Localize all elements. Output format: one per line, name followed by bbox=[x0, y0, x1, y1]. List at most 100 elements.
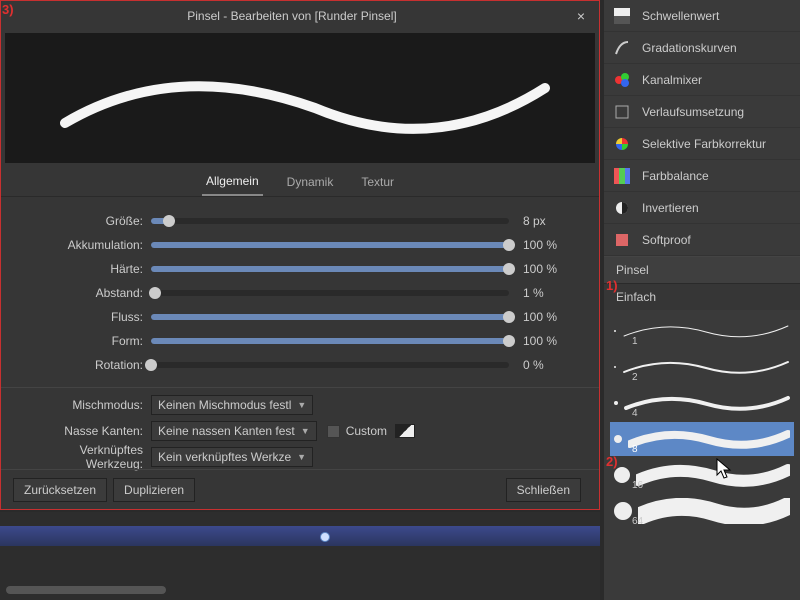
adjustment-label: Verlaufsumsetzung bbox=[642, 105, 744, 119]
slider-label-4: Fluss: bbox=[21, 310, 151, 324]
slider-value-6: 0 % bbox=[509, 358, 579, 372]
brush-dot-icon bbox=[614, 435, 622, 443]
tab-texture[interactable]: Textur bbox=[357, 169, 398, 195]
slider-1[interactable] bbox=[151, 242, 509, 248]
slider-value-0: 8 px bbox=[509, 214, 579, 228]
brush-size-label: 64 bbox=[632, 516, 643, 527]
brush-edit-dialog: Pinsel - Bearbeiten von [Runder Pinsel] … bbox=[0, 0, 600, 510]
adjustment-icon bbox=[614, 104, 630, 120]
adjustment-icon bbox=[614, 200, 630, 216]
adjustment-icon bbox=[614, 40, 630, 56]
annotation-1: 1) bbox=[606, 278, 618, 293]
wet-label: Nasse Kanten: bbox=[21, 424, 151, 438]
brush-item-64[interactable]: 64 bbox=[610, 494, 794, 528]
slider-value-4: 100 % bbox=[509, 310, 579, 324]
tool-label: Verknüpftes Werkzeug: bbox=[21, 443, 151, 471]
dialog-title: Pinsel - Bearbeiten von [Runder Pinsel] bbox=[13, 9, 571, 23]
slider-label-2: Härte: bbox=[21, 262, 151, 276]
custom-label: Custom bbox=[346, 424, 387, 438]
sliders-section: Größe: 8 px Akkumulation: 100 % Härte: 100… bbox=[1, 197, 599, 383]
adjustment-gradationskurven[interactable]: Gradationskurven bbox=[604, 32, 800, 64]
brush-dot-icon bbox=[614, 467, 630, 483]
brush-category[interactable]: Einfach bbox=[604, 284, 800, 310]
slider-label-1: Akkumulation: bbox=[21, 238, 151, 252]
right-panel: Schwellenwert Gradationskurven Kanalmixer V… bbox=[604, 0, 800, 600]
slider-2[interactable] bbox=[151, 266, 509, 272]
timeline-bar[interactable] bbox=[0, 526, 600, 546]
linked-tool-select[interactable]: Kein verknüpftes Werkze▼ bbox=[151, 447, 313, 467]
adjustment-icon bbox=[614, 72, 630, 88]
duplicate-button[interactable]: Duplizieren bbox=[113, 478, 195, 502]
titlebar[interactable]: Pinsel - Bearbeiten von [Runder Pinsel] … bbox=[1, 1, 599, 31]
brush-stroke-icon bbox=[622, 354, 790, 380]
brush-stroke-icon bbox=[624, 390, 790, 416]
close-icon[interactable]: × bbox=[571, 6, 591, 26]
custom-checkbox[interactable] bbox=[327, 425, 340, 438]
adjustment-label: Kanalmixer bbox=[642, 73, 702, 87]
adjustment-selektive-farbkorrektur[interactable]: Selektive Farbkorrektur bbox=[604, 128, 800, 160]
chevron-down-icon: ▼ bbox=[301, 426, 310, 436]
adjustment-label: Invertieren bbox=[642, 201, 699, 215]
brush-item-16[interactable]: 16 bbox=[610, 458, 794, 492]
adjustment-label: Selektive Farbkorrektur bbox=[642, 137, 766, 151]
slider-value-2: 100 % bbox=[509, 262, 579, 276]
slider-label-6: Rotation: bbox=[21, 358, 151, 372]
adjustment-kanalmixer[interactable]: Kanalmixer bbox=[604, 64, 800, 96]
dialog-footer: Zurücksetzen Duplizieren Schließen bbox=[1, 469, 599, 509]
slider-value-3: 1 % bbox=[509, 286, 579, 300]
slider-4[interactable] bbox=[151, 314, 509, 320]
brush-panel-title[interactable]: Pinsel bbox=[604, 256, 800, 284]
blend-mode-select[interactable]: Keinen Mischmodus festl▼ bbox=[151, 395, 313, 415]
cursor-icon bbox=[716, 458, 734, 480]
brush-preview bbox=[5, 33, 595, 163]
brush-size-label: 16 bbox=[632, 480, 643, 491]
chevron-down-icon: ▼ bbox=[297, 400, 306, 410]
brush-item-4[interactable]: 4 bbox=[610, 386, 794, 420]
adjustment-farbbalance[interactable]: Farbbalance bbox=[604, 160, 800, 192]
brush-size-label: 1 bbox=[632, 336, 638, 347]
brush-stroke-icon bbox=[638, 498, 790, 524]
brush-stroke-icon bbox=[622, 318, 790, 344]
adjustment-label: Schwellenwert bbox=[642, 9, 719, 23]
custom-color-swatch[interactable] bbox=[395, 424, 415, 438]
adjustment-schwellenwert[interactable]: Schwellenwert bbox=[604, 0, 800, 32]
slider-0[interactable] bbox=[151, 218, 509, 224]
brush-item-2[interactable]: 2 bbox=[610, 350, 794, 384]
annotation-3: 3) bbox=[2, 2, 14, 17]
brush-size-label: 2 bbox=[632, 372, 638, 383]
tab-dynamic[interactable]: Dynamik bbox=[283, 169, 338, 195]
adjustment-invertieren[interactable]: Invertieren bbox=[604, 192, 800, 224]
chevron-down-icon: ▼ bbox=[297, 452, 306, 462]
brush-dot-icon bbox=[614, 366, 616, 368]
slider-label-5: Form: bbox=[21, 334, 151, 348]
timeline-scrollbar[interactable] bbox=[6, 586, 166, 594]
slider-3[interactable] bbox=[151, 290, 509, 296]
slider-5[interactable] bbox=[151, 338, 509, 344]
timeline-playhead[interactable] bbox=[320, 532, 330, 542]
adjustment-softproof[interactable]: Softproof bbox=[604, 224, 800, 256]
adjustment-icon bbox=[614, 232, 630, 248]
adjustments-list: Schwellenwert Gradationskurven Kanalmixer V… bbox=[604, 0, 800, 256]
slider-6[interactable] bbox=[151, 362, 509, 368]
reset-button[interactable]: Zurücksetzen bbox=[13, 478, 107, 502]
tabs: Allgemein Dynamik Textur bbox=[1, 167, 599, 197]
adjustment-verlaufsumsetzung[interactable]: Verlaufsumsetzung bbox=[604, 96, 800, 128]
brush-dot-icon bbox=[614, 502, 632, 520]
annotation-2: 2) bbox=[606, 454, 618, 469]
stroke-preview-icon bbox=[55, 63, 555, 143]
slider-value-1: 100 % bbox=[509, 238, 579, 252]
adjustment-label: Softproof bbox=[642, 233, 691, 247]
timeline bbox=[0, 512, 600, 600]
brush-stroke-icon bbox=[636, 462, 790, 488]
blend-label: Mischmodus: bbox=[21, 398, 151, 412]
close-button[interactable]: Schließen bbox=[506, 478, 581, 502]
adjustment-label: Farbbalance bbox=[642, 169, 709, 183]
brush-item-8[interactable]: 8 bbox=[610, 422, 794, 456]
adjustment-icon bbox=[614, 8, 630, 24]
slider-label-0: Größe: bbox=[21, 214, 151, 228]
wet-edges-select[interactable]: Keine nassen Kanten fest▼ bbox=[151, 421, 317, 441]
tab-general[interactable]: Allgemein bbox=[202, 168, 263, 196]
brush-size-label: 4 bbox=[632, 408, 638, 419]
brush-item-1[interactable]: 1 bbox=[610, 314, 794, 348]
brush-size-label: 8 bbox=[632, 444, 638, 455]
